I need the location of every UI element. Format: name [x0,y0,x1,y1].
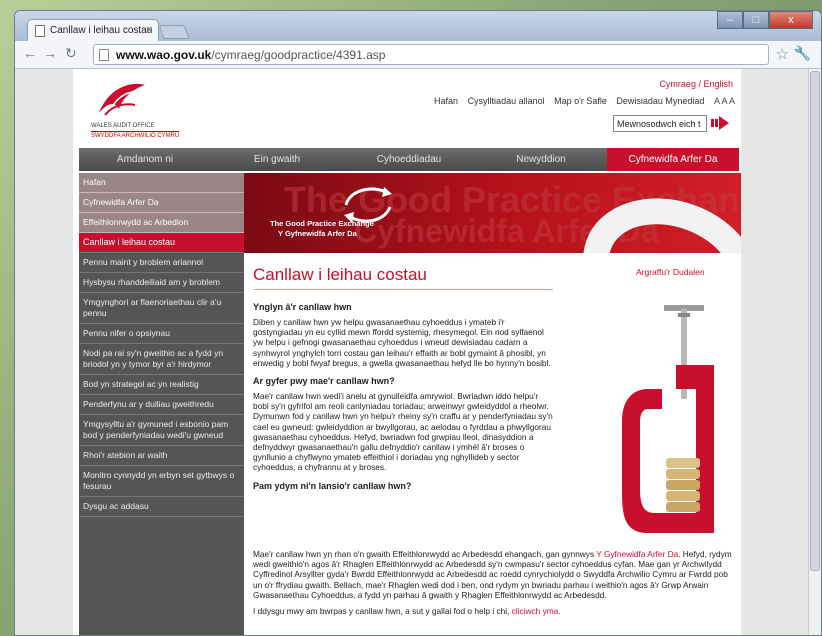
text-size-controls[interactable]: A A A [714,96,735,106]
sidebar-item[interactable]: Monitro cynnydd yn erbyn set gytbwys o f… [79,466,244,497]
utility-links: Hafan Cysylltiadau allanol Map o'r Safle… [427,96,735,106]
address-bar[interactable]: www.wao.gov.uk/cymraeg/goodpractice/4391… [93,44,769,65]
link-accessibility[interactable]: Dewisiadau Mynediad [616,96,704,106]
bookmark-star-icon[interactable]: ☆ [776,45,789,63]
paragraph: Mae'r canllaw hwn wedi'i anelu at gynull… [253,391,553,473]
page-viewport: WALES AUDIT OFFICE SWYDDFA ARCHWILIO CYM… [15,69,810,635]
tab-close-icon[interactable]: × [146,24,152,36]
close-window-button[interactable]: x [769,11,813,29]
sidebar-item-current[interactable]: Canllaw i leihau costau [79,233,244,253]
wide-content: Mae'r canllaw hwn yn rhan o'n gwaith Eff… [253,549,733,622]
wrench-menu-icon[interactable]: 🔧 [794,45,811,62]
browser-titlebar: Canllaw i leihau costau × – □ x [15,11,821,41]
link-hafan[interactable]: Hafan [434,96,458,106]
url-host: www.wao.gov.uk [116,48,212,62]
browser-window: Canllaw i leihau costau × – □ x ← → ↻ ww… [14,10,822,636]
section-heading: Ar gyfer pwy mae'r canllaw hwn? [253,376,395,387]
good-practice-exchange-link[interactable]: Y Gyfnewidfa Arfer Da [596,549,678,559]
browser-toolbar: ← → ↻ www.wao.gov.uk/cymraeg/goodpractic… [15,41,821,69]
language-switcher: Cymraeg / English [659,79,733,89]
paragraph-text: Mae'r canllaw hwn yn rhan o'n gwaith Eff… [253,549,597,559]
nav-ein-gwaith[interactable]: Ein gwaith [211,148,343,171]
new-tab-button[interactable] [158,25,190,39]
url-path: /cymraeg/goodpractice/4391.asp [211,48,386,62]
browser-tab[interactable]: Canllaw i leihau costau × [27,19,159,41]
maximize-button[interactable]: □ [743,11,769,29]
good-practice-banner: The Good Practice Exchange Cyfnewidfa Ar… [244,173,741,253]
print-page-link[interactable]: Argraffu'r Dudalen [636,267,705,277]
search-go-arrow-icon[interactable] [711,116,729,130]
sidebar-item[interactable]: Nodi pa rai sy'n gweithio ac a fydd yn b… [79,344,244,375]
main-navigation: Amdanom ni Ein gwaith Cyhoeddiadau Newyd… [79,148,739,171]
back-arrow-icon[interactable]: ← [23,45,37,61]
sidebar-item[interactable]: Penderfynu ar y dulliau gweithredu [79,395,244,415]
sidebar-item[interactable]: Dysgu ac addasu [79,497,244,517]
nav-cyfnewidfa-arfer-da[interactable]: Cyfnewidfa Arfer Da [607,148,739,171]
section-heading: Pam ydym ni'n lansio'r canllaw hwn? [253,480,412,491]
nav-cyhoeddiadau[interactable]: Cyhoeddiadau [343,148,475,171]
logo-text-english: WALES AUDIT OFFICE [91,123,155,129]
banner-caption-english: The Good Practice Exchange [270,219,374,228]
sidebar-item[interactable]: Rhoi'r atebion ar waith [79,446,244,466]
sidebar-item-hafan[interactable]: Hafan [79,173,244,193]
paragraph: Mae'r canllaw hwn yn rhan o'n gwaith Eff… [253,549,733,600]
sidebar-item[interactable]: Bod yn strategol ac yn realistig [79,375,244,395]
lang-english-link[interactable]: English [703,79,733,89]
sidebar-item[interactable]: Pennu nifer o opsiynau [79,324,244,344]
section-heading: Ynglyn â'r canllaw hwn [253,302,352,312]
sidebar-item-cyfnewidfa[interactable]: Cyfnewidfa Arfer Da [79,193,244,213]
tab-title: Canllaw i leihau costau [50,25,153,36]
clamp-with-coins-image [622,305,714,533]
web-page: WALES AUDIT OFFICE SWYDDFA ARCHWILIO CYM… [73,69,741,635]
scrollbar-thumb[interactable] [810,71,820,571]
search-input[interactable] [613,115,707,132]
lang-cymraeg-link[interactable]: Cymraeg [659,79,696,89]
nav-amdanom-ni[interactable]: Amdanom ni [79,148,211,171]
sidebar-item[interactable]: Ymgysylltu a'r gymuned i esbonio pam bod… [79,415,244,446]
sidebar-item[interactable]: Ymgynghori ar flaenoriaethau clir a'u pe… [79,293,244,324]
paragraph-text: I ddysgu mwy am bwrpas y canllaw hwn, a … [253,606,512,617]
logo-text-welsh: SWYDDFA ARCHWILIO CYMRU [91,131,180,139]
vertical-scrollbar[interactable] [808,69,821,635]
link-external[interactable]: Cysylltiadau allanol [468,96,545,106]
page-title: Canllaw i leihau costau [253,265,553,290]
main-content: Canllaw i leihau costau Ynglyn â'r canll… [253,265,553,496]
page-favicon-icon [35,25,45,37]
link-sitemap[interactable]: Map o'r Safle [554,96,607,106]
click-here-link[interactable]: cliciwch yma. [512,606,561,616]
sidebar-item-effeithlonrwydd[interactable]: Effeithlonrwydd ac Arbedion [79,213,244,233]
sidebar-item[interactable]: Pennu maint y broblem ariannol [79,253,244,273]
sidebar-item[interactable]: Hysbysu rhanddeiliaid am y broblem [79,273,244,293]
reload-icon[interactable]: ↻ [65,45,77,62]
wales-audit-office-logo[interactable]: WALES AUDIT OFFICE SWYDDFA ARCHWILIO CYM… [91,79,191,149]
window-controls: – □ x [717,11,813,29]
sidebar-menu: Hafan Cyfnewidfa Arfer Da Effeithlonrwyd… [79,173,244,635]
page-icon [99,49,109,61]
minimize-button[interactable]: – [717,11,743,29]
dragon-logo-icon [99,83,145,116]
paragraph: I ddysgu mwy am bwrpas y canllaw hwn, a … [253,606,733,616]
paragraph: Diben y canllaw hwn yw helpu gwasanaetha… [253,317,551,368]
forward-arrow-icon[interactable]: → [43,45,57,61]
nav-newyddion[interactable]: Newyddion [475,148,607,171]
banner-caption-welsh: Y Gyfnewidfa Arfer Da [278,229,357,238]
